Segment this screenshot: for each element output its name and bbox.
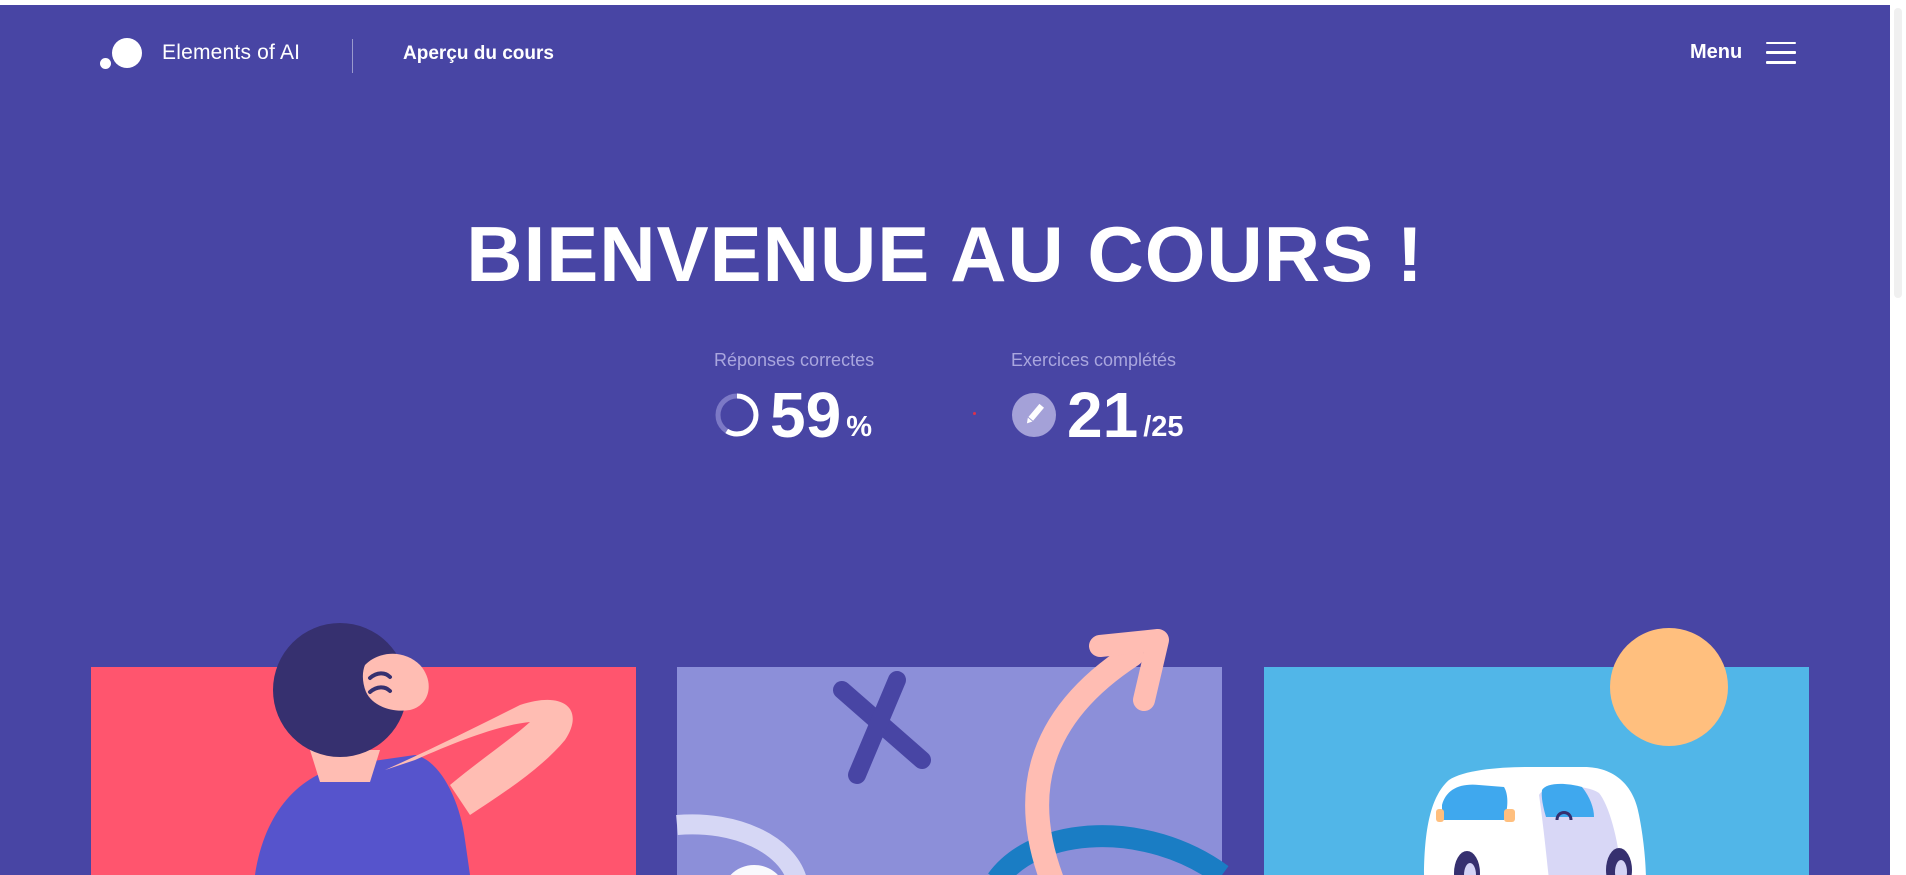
- course-overview-link[interactable]: Aperçu du cours: [403, 43, 554, 65]
- marker-dot: [973, 412, 976, 415]
- completed-exercises-label: Exercices complétés: [1011, 350, 1177, 370]
- scrollbar[interactable]: [1890, 0, 1906, 875]
- brand-name: Elements of AI: [162, 41, 301, 64]
- page: Elements of AI Aperçu du cours Menu BIEN…: [0, 5, 1890, 875]
- scrollbar-thumb[interactable]: [1894, 8, 1902, 298]
- header-divider: [352, 39, 353, 73]
- logo[interactable]: Elements of AI: [100, 35, 300, 71]
- progress-ring-icon: [715, 393, 759, 437]
- self-driving-car-illustration: [1424, 628, 1728, 875]
- sun-icon: [1610, 628, 1728, 746]
- pencil-icon: [1012, 393, 1056, 437]
- menu-button[interactable]: Menu: [1690, 41, 1797, 64]
- logo-icon: [100, 35, 144, 71]
- thinking-person-illustration: [255, 623, 573, 875]
- completed-exercises-stat: Exercices complétés 21 /25: [1011, 350, 1184, 447]
- correct-answers-stat: Réponses correctes 59 %: [714, 350, 874, 447]
- correct-answers-label: Réponses correctes: [714, 350, 875, 370]
- completed-exercises-total: /25: [1143, 411, 1184, 443]
- menu-label: Menu: [1690, 41, 1743, 63]
- correct-answers-value: 59: [770, 379, 842, 451]
- correct-answers-unit: %: [846, 411, 872, 443]
- path-arrow-illustration: [676, 629, 1229, 875]
- hamburger-icon: [1766, 41, 1797, 64]
- completed-exercises-value: 21: [1067, 379, 1139, 451]
- page-title: BIENVENUE AU COURS !: [466, 210, 1424, 298]
